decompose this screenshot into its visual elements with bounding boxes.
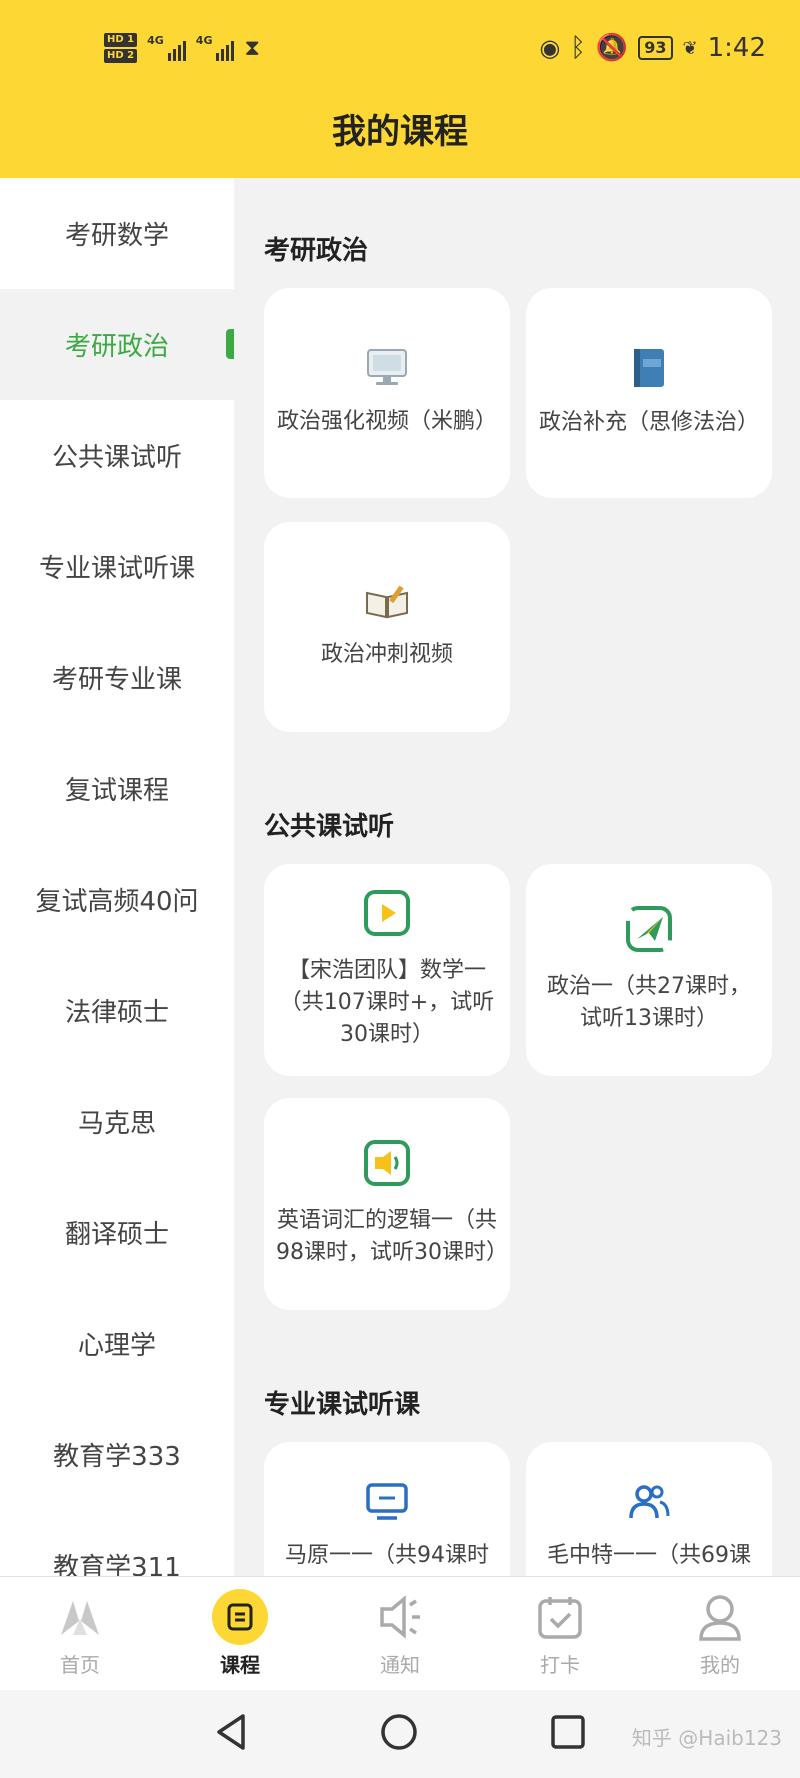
nav-course[interactable]: 课程 bbox=[160, 1577, 320, 1690]
course-card[interactable]: 政治冲刺视频 bbox=[264, 522, 510, 732]
play-icon bbox=[363, 889, 411, 941]
nav-mine-label: 我的 bbox=[700, 1653, 740, 1677]
course-card[interactable]: 毛中特一一（共69课 bbox=[526, 1442, 772, 1576]
course-content: 考研政治 政治强化视频（米鹏） 政治补充（思修法治） 政治冲刺视频 公共课试听 … bbox=[234, 178, 800, 1576]
back-icon[interactable] bbox=[213, 1712, 249, 1756]
watermark: 知乎 @Haib123 bbox=[631, 1726, 782, 1750]
nav-checkin-label: 打卡 bbox=[540, 1653, 580, 1677]
sidebar-item-marx[interactable]: 马克思 bbox=[0, 1066, 234, 1177]
paper-plane-icon bbox=[625, 905, 673, 957]
course-icon bbox=[212, 1589, 268, 1645]
sidebar-item-retest[interactable]: 复试课程 bbox=[0, 733, 234, 844]
sidebar-item-public-trial[interactable]: 公共课试听 bbox=[0, 400, 234, 511]
page-title: 我的课程 bbox=[332, 112, 468, 152]
signal-icon: 4G bbox=[147, 35, 186, 61]
course-card-label: 【宋浩团队】数学一（共107课时+，试听30课时） bbox=[279, 958, 495, 1047]
course-card[interactable]: 政治强化视频（米鹏） bbox=[264, 288, 510, 498]
section-title: 专业课试听课 bbox=[264, 1390, 421, 1420]
nav-mine[interactable]: 我的 bbox=[640, 1577, 800, 1690]
open-book-pencil-icon bbox=[364, 583, 410, 625]
bluetooth-icon: ᛒ bbox=[570, 33, 586, 63]
sidebar-item-major-course[interactable]: 考研专业课 bbox=[0, 622, 234, 733]
course-card[interactable]: 政治一（共27课时，试听13课时） bbox=[526, 864, 772, 1076]
computer-icon bbox=[364, 348, 410, 392]
sidebar-item-law[interactable]: 法律硕士 bbox=[0, 955, 234, 1066]
sidebar-item-education-311[interactable]: 教育学311 bbox=[0, 1510, 234, 1576]
course-card[interactable]: 【宋浩团队】数学一（共107课时+，试听30课时） bbox=[264, 864, 510, 1076]
nav-notice[interactable]: 通知 bbox=[320, 1577, 480, 1690]
sidebar-item-psychology[interactable]: 心理学 bbox=[0, 1288, 234, 1399]
sidebar-item-retest-40q[interactable]: 复试高频40问 bbox=[0, 844, 234, 955]
sidebar-item-education-333[interactable]: 教育学333 bbox=[0, 1399, 234, 1510]
app-header: HD 1 HD 2 4G 4G ⧗ ◉ ᛒ 🔕 93 ❦ 1:42 我的课程 bbox=[0, 0, 800, 178]
home-logo-icon bbox=[52, 1589, 108, 1645]
speaker-icon bbox=[372, 1589, 428, 1645]
sim1-badge: HD 1 bbox=[104, 33, 138, 47]
user-icon bbox=[692, 1589, 748, 1645]
monitor-icon bbox=[365, 1482, 409, 1526]
recents-square-icon[interactable] bbox=[549, 1713, 587, 1755]
section-title: 公共课试听 bbox=[264, 812, 395, 842]
battery-icon: 93 bbox=[638, 36, 673, 60]
nav-course-label: 课程 bbox=[220, 1653, 260, 1677]
nav-home-label: 首页 bbox=[60, 1653, 100, 1677]
status-bar: HD 1 HD 2 4G 4G ⧗ ◉ ᛒ 🔕 93 ❦ 1:42 bbox=[0, 28, 800, 68]
sidebar-item-politics[interactable]: 考研政治 bbox=[0, 289, 234, 400]
sidebar-item-translation[interactable]: 翻译硕士 bbox=[0, 1177, 234, 1288]
signal-icon-2: 4G bbox=[196, 35, 235, 61]
bottom-nav: 首页 课程 通知 打卡 我的 bbox=[0, 1576, 800, 1690]
course-card-label: 马原一一（共94课时 bbox=[285, 1543, 489, 1568]
course-card-label: 政治一（共27课时，试听13课时） bbox=[547, 974, 751, 1031]
course-card-label: 政治强化视频（米鹏） bbox=[276, 409, 497, 434]
sidebar-item-math[interactable]: 考研数学 bbox=[0, 178, 234, 289]
sim-indicators: HD 1 HD 2 bbox=[104, 33, 138, 63]
course-card-label: 政治冲刺视频 bbox=[320, 642, 453, 667]
course-card[interactable]: 马原一一（共94课时 bbox=[264, 1442, 510, 1576]
course-card-label: 政治补充（思修法治） bbox=[538, 410, 759, 435]
course-card[interactable]: 英语词汇的逻辑一（共98课时，试听30课时） bbox=[264, 1098, 510, 1310]
nav-checkin[interactable]: 打卡 bbox=[480, 1577, 640, 1690]
calendar-check-icon bbox=[532, 1589, 588, 1645]
nav-home[interactable]: 首页 bbox=[0, 1577, 160, 1690]
home-circle-icon[interactable] bbox=[379, 1712, 419, 1756]
section-title: 考研政治 bbox=[264, 236, 369, 266]
eye-icon: ◉ bbox=[539, 34, 561, 62]
people-icon bbox=[626, 1482, 672, 1526]
sim2-badge: HD 2 bbox=[104, 49, 138, 63]
mute-bell-icon: 🔕 bbox=[595, 33, 629, 63]
speaker-icon bbox=[363, 1139, 411, 1191]
leaf-icon: ❦ bbox=[682, 37, 698, 59]
course-card[interactable]: 政治补充（思修法治） bbox=[526, 288, 772, 498]
course-card-label: 英语词汇的逻辑一（共98课时，试听30课时） bbox=[276, 1208, 508, 1265]
course-card-label: 毛中特一一（共69课 bbox=[547, 1543, 751, 1568]
hourglass-icon: ⧗ bbox=[244, 35, 260, 61]
category-sidebar: 考研数学 考研政治 公共课试听 专业课试听课 考研专业课 复试课程 复试高频40… bbox=[0, 178, 234, 1576]
nav-notice-label: 通知 bbox=[380, 1653, 420, 1677]
sidebar-item-major-trial[interactable]: 专业课试听课 bbox=[0, 511, 234, 622]
book-icon bbox=[631, 347, 667, 393]
clock: 1:42 bbox=[707, 33, 766, 63]
